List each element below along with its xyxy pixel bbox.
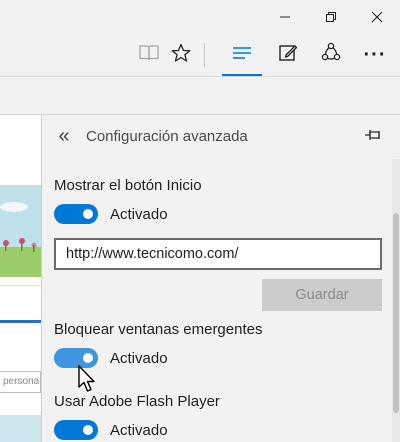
block-popups-state: Activado bbox=[110, 350, 168, 367]
address-area bbox=[0, 76, 400, 114]
panel-scrollbar[interactable] bbox=[392, 159, 400, 442]
show-home-button-state: Activado bbox=[110, 206, 168, 223]
page-lower-image bbox=[0, 415, 41, 442]
use-flash-state: Activado bbox=[110, 422, 168, 439]
more-icon: ··· bbox=[363, 44, 387, 66]
reading-view-icon bbox=[138, 44, 160, 67]
toolbar-divider bbox=[204, 43, 205, 67]
minimize-button[interactable] bbox=[262, 0, 308, 34]
favorite-button[interactable] bbox=[162, 37, 200, 73]
toggle-knob bbox=[83, 353, 93, 363]
double-chevron-left-icon: « bbox=[58, 125, 70, 147]
favorite-star-icon bbox=[171, 43, 191, 68]
block-popups-label: Bloquear ventanas emergentes bbox=[54, 321, 263, 338]
save-button[interactable]: Guardar bbox=[262, 279, 382, 311]
toggle-knob bbox=[83, 425, 93, 435]
minimize-icon bbox=[279, 11, 291, 23]
restore-icon bbox=[325, 11, 337, 23]
home-url-field[interactable] bbox=[54, 238, 382, 270]
share-button[interactable] bbox=[312, 37, 350, 73]
page-accent-line bbox=[0, 320, 41, 323]
more-button[interactable]: ··· bbox=[356, 37, 394, 73]
panel-title: Configuración avanzada bbox=[86, 128, 248, 145]
use-flash-label: Usar Adobe Flash Player bbox=[54, 393, 220, 410]
use-flash-toggle[interactable] bbox=[54, 420, 98, 440]
page-banner-image bbox=[0, 185, 41, 277]
show-home-button-toggle[interactable] bbox=[54, 204, 98, 224]
share-icon bbox=[320, 42, 342, 69]
hub-button[interactable] bbox=[223, 37, 261, 73]
pin-icon bbox=[364, 128, 382, 147]
page-divider bbox=[0, 285, 41, 286]
web-note-button[interactable] bbox=[269, 37, 307, 73]
back-button[interactable]: « bbox=[54, 125, 74, 147]
hub-icon bbox=[232, 45, 252, 66]
toggle-knob bbox=[83, 209, 93, 219]
page-search-box[interactable]: persona bbox=[0, 371, 41, 393]
scrollbar-thumb[interactable] bbox=[393, 213, 399, 413]
mouse-cursor-icon bbox=[78, 365, 98, 395]
browser-toolbar: ··· bbox=[0, 34, 400, 76]
panel-header: « Configuración avanzada bbox=[42, 115, 400, 159]
restore-button[interactable] bbox=[308, 0, 354, 34]
close-icon bbox=[371, 11, 383, 23]
web-page-content: persona bbox=[0, 114, 41, 442]
pin-panel-button[interactable] bbox=[362, 127, 384, 147]
page-search-placeholder: persona bbox=[3, 376, 40, 387]
show-home-button-label: Mostrar el botón Inicio bbox=[54, 177, 202, 194]
close-button[interactable] bbox=[354, 0, 400, 34]
title-bar bbox=[0, 0, 400, 34]
web-note-icon bbox=[278, 43, 298, 68]
